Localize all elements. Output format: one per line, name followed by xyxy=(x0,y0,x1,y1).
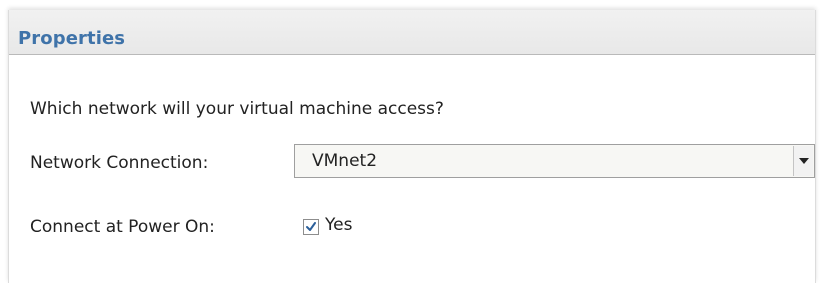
properties-panel: Properties Which network will your virtu… xyxy=(8,10,816,283)
network-question: Which network will your virtual machine … xyxy=(30,99,444,119)
network-connection-select[interactable]: VMnet2 xyxy=(294,144,815,178)
checkmark-icon xyxy=(306,222,316,231)
panel-title: Properties xyxy=(18,28,126,49)
panel-header: Properties xyxy=(9,10,815,55)
network-connection-label: Network Connection: xyxy=(30,153,209,173)
connect-at-power-on-yes-label[interactable]: Yes xyxy=(325,215,352,235)
dropdown-button[interactable] xyxy=(793,146,813,176)
chevron-down-icon xyxy=(799,158,809,164)
connect-at-power-on-checkbox[interactable] xyxy=(303,219,319,235)
network-connection-value: VMnet2 xyxy=(312,151,378,171)
window: Properties Which network will your virtu… xyxy=(0,0,827,283)
connect-at-power-on-label: Connect at Power On: xyxy=(30,217,215,237)
